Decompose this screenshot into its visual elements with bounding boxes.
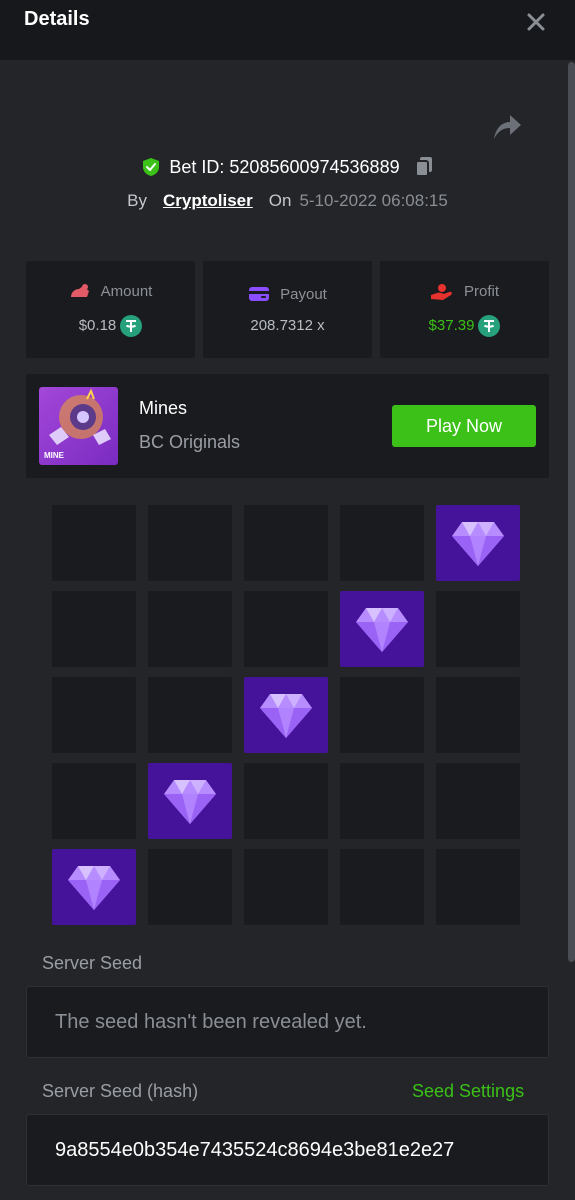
server-seed-value: The seed hasn't been revealed yet. — [55, 1010, 367, 1033]
game-provider: BC Originals — [139, 432, 241, 452]
board-tile-gem — [52, 849, 136, 925]
board-tile — [52, 763, 136, 839]
board-tile — [436, 849, 520, 925]
board-tile — [436, 763, 520, 839]
gem-icon — [260, 694, 312, 738]
board-tile — [52, 677, 136, 753]
page-title: Details — [24, 8, 90, 30]
copy-icon — [414, 157, 432, 177]
username-link[interactable]: Cryptoliser — [163, 191, 253, 211]
stat-label: Amount — [100, 283, 153, 300]
thumbnail-label: MINE — [44, 451, 64, 460]
stat-value: 208.7312 x — [250, 317, 325, 334]
board-tile — [436, 591, 520, 667]
gem-icon — [452, 522, 504, 566]
stat-value: $0.18 — [78, 317, 117, 334]
board-tile — [148, 591, 232, 667]
board-tile-gem — [148, 763, 232, 839]
close-button[interactable] — [522, 8, 550, 36]
board-tile — [244, 505, 328, 581]
stat-payout: Payout 208.7312 x — [203, 261, 372, 358]
bet-id: Bet ID: 52085600974536889 — [169, 156, 400, 177]
game-name: Mines — [139, 398, 188, 418]
wallet-icon — [249, 287, 270, 301]
board-tile — [148, 677, 232, 753]
bet-date: 5-10-2022 06:08:15 — [299, 191, 448, 210]
bet-id-row: Bet ID: 52085600974536889 — [0, 152, 575, 182]
play-now-button[interactable]: Play Now — [392, 405, 536, 447]
share-button[interactable] — [490, 112, 524, 142]
gem-icon — [356, 608, 408, 652]
board-tile — [244, 763, 328, 839]
server-hash-label: Server Seed (hash) — [42, 1081, 199, 1101]
stat-amount: Amount $0.18 — [26, 261, 195, 358]
board-tile — [244, 849, 328, 925]
bet-meta-row: By Cryptoliser On 5-10-2022 06:08:15 — [0, 188, 575, 214]
board-tile-gem — [436, 505, 520, 581]
game-card: MINE Mines BC Originals Play Now — [26, 374, 549, 478]
stat-label: Profit — [463, 283, 499, 300]
stat-label: Payout — [280, 285, 327, 303]
stat-value: $37.39 — [428, 317, 475, 334]
board-tile — [52, 591, 136, 667]
server-seed-label: Server Seed — [42, 953, 143, 973]
game-thumbnail[interactable]: MINE — [39, 387, 118, 465]
board-tile — [340, 505, 424, 581]
board-tile — [340, 677, 424, 753]
amount-icon — [70, 283, 89, 297]
close-icon — [527, 13, 545, 31]
board-tile — [148, 849, 232, 925]
server-hash-value: 9a8554e0b354e7435524c8694e3be81e2e27 — [55, 1138, 455, 1161]
server-seed-field[interactable]: The seed hasn't been revealed yet. — [26, 986, 549, 1058]
verified-shield-icon — [143, 158, 160, 176]
board-tile-gem — [340, 591, 424, 667]
board-tile — [340, 763, 424, 839]
bet-stats: Amount $0.18 Payout 208.7312 x Profit $3… — [26, 261, 549, 358]
copy-button[interactable] — [414, 156, 434, 178]
gem-icon — [68, 866, 120, 910]
server-hash-field[interactable]: 9a8554e0b354e7435524c8694e3be81e2e27 — [26, 1114, 549, 1186]
mines-board — [52, 505, 520, 925]
gem-icon — [164, 780, 216, 824]
top-bar: Details — [0, 0, 575, 60]
by-label: By — [127, 191, 147, 210]
seed-settings-link[interactable]: Seed Settings — [412, 1081, 524, 1102]
stat-profit: Profit $37.39 — [380, 261, 549, 358]
share-icon — [494, 115, 521, 139]
board-tile — [436, 677, 520, 753]
board-tile — [244, 591, 328, 667]
profit-hand-icon — [430, 283, 452, 300]
board-tile-gem — [244, 677, 328, 753]
usdt-icon — [120, 314, 143, 337]
on-label: On — [268, 191, 292, 210]
board-tile — [340, 849, 424, 925]
board-tile — [148, 505, 232, 581]
board-tile — [52, 505, 136, 581]
usdt-icon — [478, 314, 501, 337]
